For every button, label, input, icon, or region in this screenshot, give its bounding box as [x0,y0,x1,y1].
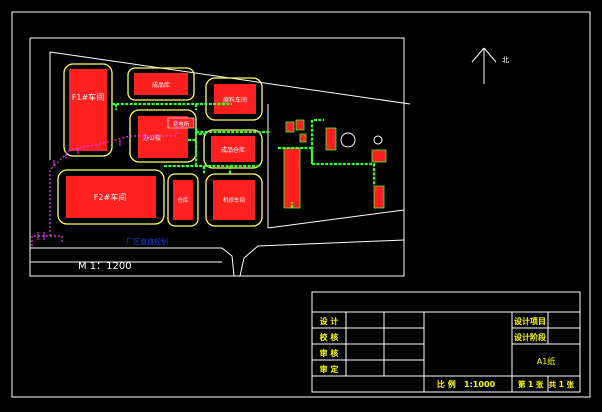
design-stage-label: 设计阶段 [514,332,546,342]
title-row-review: 审 核 [320,348,339,358]
title-block-lines [311,291,581,393]
building-bottom-right[interactable]: 机修车间 [205,173,263,227]
building-mid-right-label: 成品仓库 [221,146,245,154]
title-row-check: 校 核 [320,332,339,342]
road-label: 厂区道路规划 [126,237,168,246]
sheet-label: 第 1 张 共 1 张 [518,379,575,389]
cad-drawing-canvas[interactable]: 北 F1#车间 成品库 原料车间 办公楼 变电所 成品仓库 F2#车间 仓库 机… [0,0,602,412]
building-top-right[interactable]: 原料车间 [205,77,263,121]
building-mid-right[interactable]: 成品仓库 [203,129,263,169]
title-row-approve: 审 定 [320,364,339,374]
design-project-label: 设计项目 [514,316,546,326]
scale-label: 比 例 1:1000 [437,379,496,389]
title-row-design: 设 计 [320,316,339,326]
building-bottom-right-label: 机修车间 [223,196,245,204]
tank-icons [340,132,383,148]
north-label: 北 [502,56,509,64]
building-mid-tag-label: 变电所 [173,120,190,128]
paper-size-label: A1纸 [537,356,556,366]
building-f2-label: F2#车间 [94,192,126,202]
building-bottom-mid-label: 仓库 [177,196,189,204]
building-f1[interactable]: F1#车间 [63,63,113,157]
scale-note: M 1：1200 [78,261,132,272]
building-top-small[interactable]: 成品库 [127,67,195,101]
building-mid-center-label: 办公楼 [143,134,161,142]
building-bottom-mid[interactable]: 仓库 [167,173,199,227]
building-top-right-label: 原料车间 [223,96,247,104]
building-f1-label: F1#车间 [72,92,104,102]
building-f2[interactable]: F2#车间 [57,169,165,225]
building-top-small-label: 成品库 [152,81,170,89]
north-arrow-icon [471,47,497,84]
